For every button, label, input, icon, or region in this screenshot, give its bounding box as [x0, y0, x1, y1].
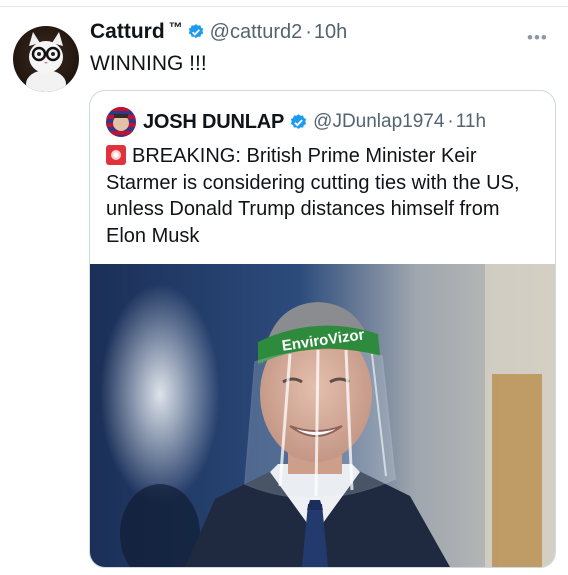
- quoted-tweet-photo[interactable]: EnviroVizor: [90, 264, 555, 567]
- trademark-symbol: ™: [168, 19, 183, 35]
- quoted-dot-separator: ·: [447, 111, 454, 132]
- quoted-tweet-text-block: BREAKING: British Prime Minister Keir St…: [106, 143, 536, 249]
- author-name[interactable]: Catturd: [90, 20, 165, 44]
- more-dots-icon[interactable]: •••: [527, 28, 548, 48]
- tweet-text: WINNING !!!: [90, 52, 207, 75]
- tweet-time[interactable]: 10h: [314, 21, 347, 44]
- dot-separator: ·: [305, 20, 312, 43]
- author-handle[interactable]: @catturd2: [210, 21, 303, 44]
- author-avatar[interactable]: [13, 26, 79, 92]
- quoted-author-handle[interactable]: @JDunlap1974: [313, 111, 444, 133]
- verified-badge-icon: [188, 24, 203, 39]
- quoted-tweet-text: BREAKING: British Prime Minister Keir St…: [106, 145, 520, 247]
- tweet-header: Catturd ™ @catturd2 · 10h: [90, 19, 347, 44]
- quoted-tweet-time[interactable]: 11h: [456, 111, 486, 133]
- quoted-author-avatar[interactable]: [106, 107, 136, 137]
- top-divider: [0, 6, 568, 7]
- quoted-verified-badge-icon: [291, 113, 307, 129]
- quoted-author-name[interactable]: JOSH DUNLAP: [143, 111, 284, 134]
- rotating-light-icon: [106, 145, 126, 165]
- quoted-tweet-header: JOSH DUNLAP @JDunlap1974 · 11h: [106, 107, 486, 137]
- quoted-tweet-card[interactable]: JOSH DUNLAP @JDunlap1974 · 11h BREAKING:…: [89, 90, 556, 568]
